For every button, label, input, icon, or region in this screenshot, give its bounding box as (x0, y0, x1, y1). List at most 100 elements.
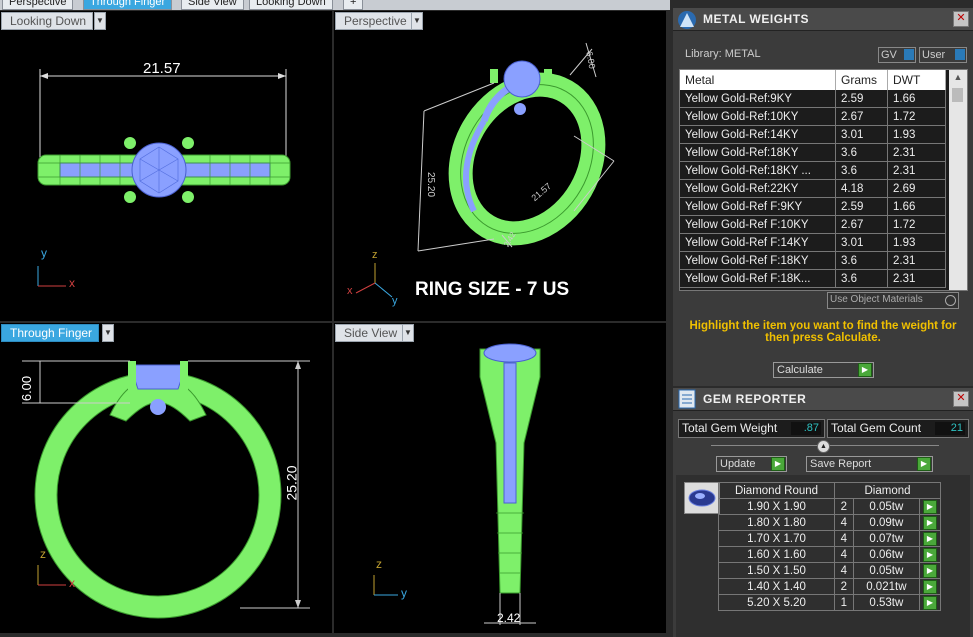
metal-cell-grams: 3.6 (835, 251, 888, 270)
scale-icon (678, 11, 696, 29)
play-icon[interactable]: ▶ (922, 595, 937, 610)
column-header-grams[interactable]: Grams (835, 70, 888, 90)
collapse-icon[interactable]: ▲ (817, 440, 830, 453)
play-icon[interactable]: ▶ (922, 515, 937, 530)
save-report-button[interactable]: Save Report ▶ (806, 456, 933, 472)
viewport-label[interactable]: Looking Down (1, 12, 94, 30)
gv-toggle[interactable]: GV (878, 47, 916, 63)
metal-row[interactable]: Yellow Gold-Ref F:18K... 3.6 2.31 (680, 269, 946, 288)
play-icon[interactable]: ▶ (922, 563, 937, 578)
metal-cell-metal: Yellow Gold-Ref F:9KY (680, 197, 836, 216)
metal-row[interactable]: Yellow Gold-Ref:14KY 3.01 1.93 (680, 125, 946, 144)
ring-front-view (22, 360, 310, 619)
metal-cell-metal: Yellow Gold-Ref:10KY (680, 107, 836, 126)
column-header-shape[interactable]: Diamond Round (718, 482, 835, 499)
close-icon[interactable]: ✕ (953, 11, 969, 27)
gem-row-action[interactable]: ▶ (918, 498, 942, 515)
play-icon[interactable]: ▶ (922, 547, 937, 562)
play-icon[interactable]: ▶ (922, 579, 937, 594)
metal-cell-grams: 2.67 (835, 107, 888, 126)
metal-cell-metal: Yellow Gold-Ref F:18KY (680, 251, 836, 270)
chevron-down-icon[interactable]: ▼ (94, 12, 106, 30)
gem-row[interactable]: 1.70 X 1.70 4 0.07tw ▶ (718, 530, 942, 547)
column-header-metal[interactable]: Metal (680, 70, 836, 90)
gem-cell-weight: 0.05tw (852, 498, 920, 515)
play-icon: ▶ (917, 457, 931, 471)
metal-cell-metal: Yellow Gold-Ref:14KY (680, 125, 836, 144)
vertical-scrollbar[interactable]: ▲ (949, 70, 967, 290)
viewport-looking-down[interactable]: 21.57 y x Looking Down ▼ (0, 11, 332, 321)
metal-row[interactable]: Yellow Gold-Ref F:14KY 3.01 1.93 (680, 233, 946, 252)
gem-row[interactable]: 1.40 X 1.40 2 0.021tw ▶ (718, 578, 942, 595)
metal-table: Metal Grams DWT Yellow Gold-Ref:9KY 2.59 1… (679, 69, 968, 291)
viewport-label[interactable]: Through Finger (1, 324, 100, 342)
column-header-dwt[interactable]: DWT (887, 70, 946, 90)
gem-row-action[interactable]: ▶ (918, 514, 942, 531)
metal-row[interactable]: Yellow Gold-Ref:18KY ... 3.6 2.31 (680, 161, 946, 180)
gem-row-action[interactable]: ▶ (918, 594, 942, 611)
gem-row[interactable]: 1.60 X 1.60 4 0.06tw ▶ (718, 546, 942, 563)
metal-cell-grams: 3.01 (835, 233, 888, 252)
viewport-label[interactable]: Side View (335, 324, 405, 342)
viewport-side-view[interactable]: 2.42 z y Side View ▼ (334, 323, 666, 633)
metal-cell-grams: 3.6 (835, 161, 888, 180)
gem-reporter-panel: GEM REPORTER ✕ Total Gem Weight .87 Tota… (673, 388, 973, 637)
gem-row[interactable]: 5.20 X 5.20 1 0.53tw ▶ (718, 594, 942, 611)
play-icon: ▶ (771, 457, 785, 471)
metal-row[interactable]: Yellow Gold-Ref F:9KY 2.59 1.66 (680, 197, 946, 216)
metal-row[interactable]: Yellow Gold-Ref:22KY 4.18 2.69 (680, 179, 946, 198)
axis-z-label: z (40, 547, 46, 561)
metal-cell-metal: Yellow Gold-Ref:18KY (680, 143, 836, 162)
close-icon[interactable]: ✕ (953, 391, 969, 407)
gem-row[interactable]: 1.80 X 1.80 4 0.09tw ▶ (718, 514, 942, 531)
metal-cell-dwt: 2.31 (887, 269, 946, 288)
axis-x-label: x (69, 576, 75, 590)
metal-row[interactable]: Yellow Gold-Ref:18KY 3.6 2.31 (680, 143, 946, 162)
chevron-down-icon[interactable]: ▼ (411, 12, 423, 30)
metal-cell-metal: Yellow Gold-Ref:9KY (680, 90, 836, 108)
gem-cell-weight: 0.06tw (852, 546, 920, 563)
viewport-label[interactable]: Perspective (335, 12, 414, 30)
metal-cell-metal: Yellow Gold-Ref:18KY ... (680, 161, 836, 180)
viewport-perspective[interactable]: 25.20 6.00 21.57 2.42 RING SIZE - 7 US z… (334, 11, 666, 321)
gem-cell-size: 1.90 X 1.90 (718, 498, 835, 515)
use-object-materials-checkbox[interactable]: Use Object Materials (827, 292, 959, 309)
user-toggle[interactable]: User (919, 47, 967, 63)
metal-row[interactable]: Yellow Gold-Ref:9KY 2.59 1.66 (680, 90, 946, 108)
gem-cell-count: 4 (834, 546, 854, 563)
tab-perspective[interactable]: Perspective (2, 0, 74, 10)
metal-row[interactable]: Yellow Gold-Ref F:10KY 2.67 1.72 (680, 215, 946, 234)
chevron-down-icon[interactable]: ▼ (102, 324, 114, 342)
chevron-up-icon[interactable]: ▲ (952, 72, 964, 84)
column-header-type[interactable]: Diamond (834, 482, 941, 499)
gem-reporter-title-bar: GEM REPORTER ✕ (673, 388, 973, 411)
metal-cell-grams: 4.18 (835, 179, 888, 198)
metal-cell-dwt: 1.93 (887, 233, 946, 252)
gem-cell-weight: 0.53tw (852, 594, 920, 611)
gem-cell-weight: 0.09tw (852, 514, 920, 531)
gem-cell-count: 4 (834, 530, 854, 547)
gem-row[interactable]: 1.50 X 1.50 4 0.05tw ▶ (718, 562, 942, 579)
gem-row-action[interactable]: ▶ (918, 530, 942, 547)
tab-add-button[interactable]: + (343, 0, 364, 10)
play-icon[interactable]: ▶ (922, 499, 937, 514)
ring-top-view (37, 69, 291, 287)
tab-looking-down[interactable]: Looking Down (249, 0, 333, 10)
viewport-through-finger[interactable]: 6.00 25.20 z x Through Finger ▼ (0, 323, 332, 633)
dimension-top-label: 6.00 (19, 375, 35, 402)
metal-row[interactable]: Yellow Gold-Ref:10KY 2.67 1.72 (680, 107, 946, 126)
chevron-down-icon[interactable]: ▼ (402, 324, 414, 342)
play-icon[interactable]: ▶ (922, 531, 937, 546)
tab-side-view[interactable]: Side View (181, 0, 244, 10)
tab-through-finger[interactable]: Through Finger (83, 0, 173, 10)
update-button[interactable]: Update ▶ (716, 456, 787, 472)
gem-cell-size: 1.60 X 1.60 (718, 546, 835, 563)
gem-row-action[interactable]: ▶ (918, 546, 942, 563)
metal-row[interactable]: Yellow Gold-Ref F:18KY 3.6 2.31 (680, 251, 946, 270)
calculate-button[interactable]: Calculate ▶ (773, 362, 874, 378)
gem-row[interactable]: 1.90 X 1.90 2 0.05tw ▶ (718, 498, 942, 515)
gem-row-action[interactable]: ▶ (918, 578, 942, 595)
report-icon (678, 389, 696, 409)
gem-row-action[interactable]: ▶ (918, 562, 942, 579)
scrollbar-thumb[interactable] (952, 88, 963, 102)
